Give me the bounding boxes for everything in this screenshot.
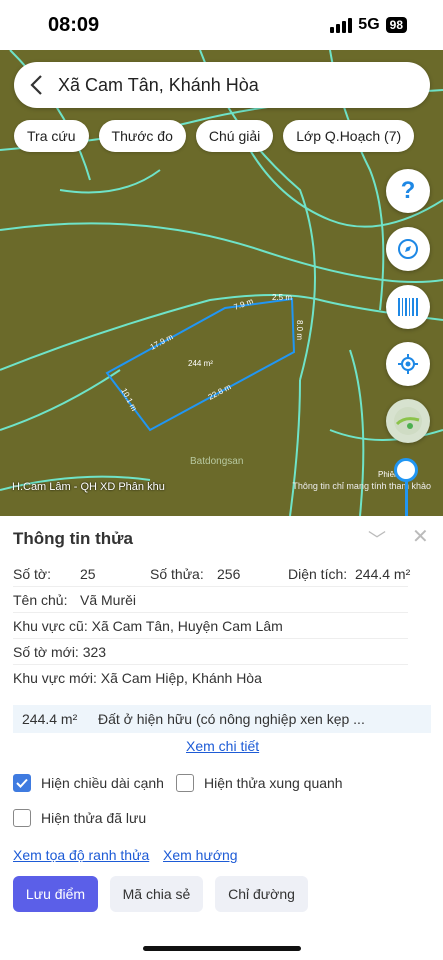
checkbox-unchecked-icon[interactable] — [13, 809, 31, 827]
divider — [13, 612, 408, 613]
checkbox-label: Hiện chiều dài cạnh — [41, 775, 164, 791]
filter-chips: Tra cứu Thước đo Chú giải Lớp Q.Hoạch (7… — [14, 120, 415, 152]
barcode-button[interactable] — [386, 285, 430, 329]
edge-label: 22.8 m — [207, 382, 233, 402]
crosshair-icon — [398, 354, 418, 374]
edge-label: 7.9 m — [233, 296, 255, 311]
chip-thuoc-do[interactable]: Thước đo — [98, 120, 186, 152]
so-to-label: Số tờ: — [13, 566, 51, 582]
land-type: Đất ở hiện hữu (có nông nghiệp xen kẹp .… — [98, 711, 365, 727]
land-use-row[interactable]: 244.4 m² Đất ở hiện hữu (có nông nghiệp … — [13, 705, 431, 733]
map-layer-label: H.Cam Lâm - QH XD Phân khu — [12, 481, 165, 493]
so-to-value: 25 — [80, 566, 96, 582]
checkbox-edge-length[interactable]: Hiện chiều dài cạnh — [13, 774, 164, 792]
slider-track — [405, 480, 408, 516]
checkbox-unchecked-icon[interactable] — [176, 774, 194, 792]
edge-label: 2.5 m — [272, 293, 292, 302]
map-thumbnail-icon — [394, 407, 422, 435]
ten-chu-label: Tên chủ: — [13, 592, 68, 608]
chip-lop-qh[interactable]: Lớp Q.Hoạch (7) — [283, 120, 415, 152]
edge-label: 17.9 m — [149, 332, 175, 352]
checkbox-saved[interactable]: Hiện thửa đã lưu — [13, 809, 146, 827]
divider — [13, 638, 408, 639]
compass-button[interactable] — [386, 227, 430, 271]
clock: 08:09 — [48, 14, 100, 36]
dien-tich-label: Diện tích: — [288, 566, 348, 582]
directions-button[interactable]: Chỉ đường — [215, 876, 308, 912]
status-bar: 08:09 5G 98 — [0, 0, 443, 50]
panel-title: Thông tin thửa — [13, 529, 133, 548]
locate-button[interactable] — [386, 342, 430, 386]
back-icon[interactable] — [14, 74, 58, 96]
share-code-button[interactable]: Mã chia sẻ — [110, 876, 203, 912]
signal-icon — [330, 17, 353, 33]
search-bar[interactable]: Xã Cam Tân, Khánh Hòa — [14, 62, 430, 108]
edge-label: 8.0 m — [295, 320, 304, 340]
checkbox-label: Hiện thửa đã lưu — [41, 810, 147, 826]
chip-tra-cuu[interactable]: Tra cứu — [14, 120, 89, 152]
network-type: 5G — [358, 16, 380, 33]
home-indicator[interactable] — [143, 946, 301, 951]
chip-chu-giai[interactable]: Chú giải — [195, 120, 274, 152]
barcode-icon — [398, 298, 418, 316]
direction-link[interactable]: Xem hướng — [163, 847, 238, 863]
so-thua-label: Số thửa: — [150, 566, 204, 582]
new-area: Khu vực mới: Xã Cam Hiệp, Khánh Hòa — [13, 670, 262, 686]
new-sheet-number: Số tờ mới: 323 — [13, 644, 107, 660]
divider — [13, 586, 408, 587]
search-query[interactable]: Xã Cam Tân, Khánh Hòa — [58, 75, 259, 96]
so-thua-value: 256 — [217, 566, 241, 582]
collapse-icon[interactable]: ﹀ — [368, 526, 386, 552]
divider — [13, 664, 408, 665]
watermark: Batdongsan — [190, 456, 244, 467]
compass-icon — [398, 239, 418, 259]
land-area: 244.4 m² — [22, 711, 78, 727]
help-button[interactable]: ? — [386, 169, 430, 213]
dien-tich-value: 244.4 m² — [355, 566, 411, 582]
map-layer-button[interactable] — [386, 399, 430, 443]
close-icon[interactable]: ✕ — [412, 524, 429, 549]
checkbox-checked-icon[interactable] — [13, 774, 31, 792]
coords-link[interactable]: Xem tọa độ ranh thửa — [13, 847, 149, 863]
edge-label: 10.1 m — [119, 387, 139, 413]
map-disclaimer: Thông tin chỉ mang tính tham khảo — [292, 481, 431, 491]
save-point-button[interactable]: Lưu điểm — [13, 876, 98, 912]
checkbox-neighbors[interactable]: Hiện thửa xung quanh — [176, 774, 343, 792]
question-icon: ? — [400, 177, 416, 204]
checkbox-label: Hiện thửa xung quanh — [204, 775, 343, 791]
old-area: Khu vực cũ: Xã Cam Tân, Huyện Cam Lâm — [13, 618, 283, 634]
slider-handle[interactable] — [394, 458, 418, 482]
ten-chu-value: Vã Murěi — [80, 592, 137, 608]
detail-link[interactable]: Xem chi tiết — [186, 738, 259, 754]
battery-icon: 98 — [385, 17, 407, 33]
parcel-info-panel: Thông tin thửa ﹀ ✕ Số tờ: 25 Số thửa: 25… — [0, 516, 443, 960]
area-label: 244 m² — [188, 359, 213, 368]
